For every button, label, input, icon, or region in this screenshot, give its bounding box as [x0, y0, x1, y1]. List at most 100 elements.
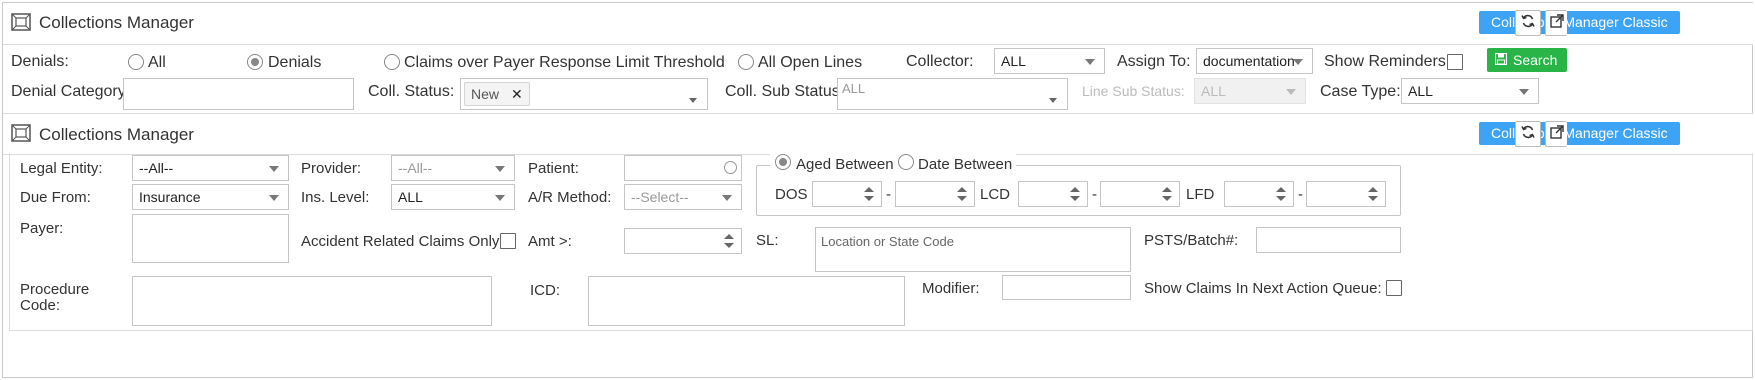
chevron-down-icon: [1085, 59, 1095, 65]
spin-up-icon[interactable]: [724, 234, 734, 239]
collections-manager-classic-button[interactable]: Collections Manager Classic: [1479, 122, 1680, 145]
payer-field[interactable]: [132, 214, 289, 263]
lfd-to-stepper[interactable]: [1306, 181, 1386, 207]
denials-label: Denials:: [11, 53, 69, 70]
spin-down-icon[interactable]: [1368, 196, 1378, 201]
coll-sub-status-value: ALL: [842, 81, 866, 96]
psts-batch-field[interactable]: [1256, 227, 1401, 253]
spin-up-icon[interactable]: [1276, 187, 1286, 192]
popout-button[interactable]: [1545, 10, 1567, 36]
assign-to-select[interactable]: documentation: [1196, 48, 1313, 74]
popout-button[interactable]: [1545, 121, 1567, 147]
remove-tag-icon[interactable]: ✕: [511, 83, 523, 105]
spin-down-icon[interactable]: [1276, 196, 1286, 201]
icd-field[interactable]: [588, 276, 905, 326]
radio-date-between[interactable]: [898, 154, 914, 170]
radio-all-label: All: [148, 54, 166, 71]
collector-label: Collector:: [906, 53, 974, 70]
chevron-down-icon: [495, 166, 505, 172]
radio-claims-over-limit[interactable]: [384, 54, 400, 70]
radio-all[interactable]: [128, 54, 144, 70]
collector-value: ALL: [1001, 53, 1026, 69]
coll-status-multiselect[interactable]: New ✕: [460, 78, 708, 110]
show-claims-next-action-checkbox[interactable]: [1386, 280, 1402, 296]
due-from-value: Insurance: [139, 189, 201, 205]
ar-method-select[interactable]: --Select--: [624, 184, 742, 210]
lcd-to-stepper[interactable]: [1100, 181, 1180, 207]
search-button[interactable]: Search: [1487, 48, 1568, 72]
spin-down-icon[interactable]: [1162, 196, 1172, 201]
denial-category-field[interactable]: [123, 78, 354, 110]
spin-down-icon[interactable]: [864, 196, 874, 201]
due-from-label: Due From:: [20, 189, 91, 206]
psts-batch-label: PSTS/Batch#:: [1144, 232, 1239, 249]
chevron-down-icon: [1293, 59, 1303, 65]
panel-header-top: Collections Manager Collections Manager …: [3, 3, 1753, 45]
assign-to-label: Assign To:: [1117, 53, 1191, 70]
spin-up-icon[interactable]: [1368, 187, 1378, 192]
accident-related-label: Accident Related Claims Only:: [301, 233, 504, 250]
ar-method-value: --Select--: [631, 189, 689, 205]
popout-icon: [1549, 124, 1564, 144]
panel-title: Collections Manager: [39, 125, 194, 144]
case-type-value: ALL: [1408, 83, 1433, 99]
panel-window-icon: [11, 13, 31, 31]
sl-placeholder: Location or State Code: [821, 234, 954, 249]
chevron-down-icon: [1286, 89, 1296, 95]
patient-label: Patient:: [528, 160, 579, 177]
case-type-select[interactable]: ALL: [1401, 78, 1539, 104]
dos-range-separator: -: [886, 186, 891, 203]
lcd-from-stepper[interactable]: [1018, 181, 1088, 207]
refresh-icon: [1521, 125, 1535, 144]
dos-from-stepper[interactable]: [812, 181, 882, 207]
radio-denials[interactable]: [247, 54, 263, 70]
ins-level-label: Ins. Level:: [301, 189, 370, 206]
modifier-label: Modifier:: [922, 280, 980, 297]
spin-down-icon[interactable]: [724, 243, 734, 248]
amt-stepper[interactable]: [624, 228, 742, 254]
procedure-code-label: Procedure Code:: [20, 281, 90, 314]
spin-up-icon[interactable]: [1162, 187, 1172, 192]
patient-field[interactable]: [624, 155, 742, 181]
coll-status-label: Coll. Status:: [368, 83, 455, 100]
provider-value: --All--: [398, 160, 433, 176]
show-reminders-checkbox[interactable]: [1447, 54, 1463, 70]
ins-level-select[interactable]: ALL: [391, 184, 515, 210]
coll-status-tag-label: New: [471, 86, 500, 102]
spin-down-icon[interactable]: [957, 196, 967, 201]
refresh-button[interactable]: [1515, 121, 1541, 147]
modifier-field[interactable]: [1002, 275, 1131, 300]
lfd-from-stepper[interactable]: [1224, 181, 1294, 207]
sl-field[interactable]: Location or State Code: [815, 227, 1131, 272]
radio-all-open-lines[interactable]: [738, 54, 754, 70]
legal-entity-value: --All--: [139, 160, 174, 176]
legal-entity-select[interactable]: --All--: [132, 155, 289, 181]
dos-to-stepper[interactable]: [895, 181, 975, 207]
procedure-code-field[interactable]: [132, 276, 492, 326]
radio-aged-between[interactable]: [775, 154, 791, 170]
icd-label: ICD:: [530, 282, 560, 299]
legal-entity-label: Legal Entity:: [20, 160, 103, 177]
collections-manager-classic-button[interactable]: Collections Manager Classic: [1479, 11, 1680, 34]
refresh-button[interactable]: [1515, 10, 1541, 36]
spin-up-icon[interactable]: [957, 187, 967, 192]
due-from-select[interactable]: Insurance: [132, 184, 289, 210]
assign-to-value: documentation: [1203, 53, 1295, 69]
dos-label: DOS: [775, 186, 808, 203]
lcd-range-separator: -: [1092, 186, 1097, 203]
line-sub-status-select: ALL: [1194, 78, 1306, 104]
sl-label: SL:: [756, 232, 779, 249]
provider-select[interactable]: --All--: [391, 155, 515, 181]
panel-title: Collections Manager: [39, 13, 194, 32]
spin-up-icon[interactable]: [864, 187, 874, 192]
lcd-label: LCD: [980, 186, 1011, 203]
accident-related-checkbox[interactable]: [500, 233, 516, 249]
chevron-down-icon: [722, 195, 732, 201]
spin-up-icon[interactable]: [1070, 187, 1080, 192]
coll-sub-status-multiselect[interactable]: ALL: [837, 78, 1068, 110]
denial-category-label: Denial Category:: [11, 83, 131, 100]
collector-select[interactable]: ALL: [994, 48, 1105, 74]
chevron-down-icon: [269, 166, 279, 172]
spin-down-icon[interactable]: [1070, 196, 1080, 201]
amt-label: Amt >:: [528, 233, 572, 250]
